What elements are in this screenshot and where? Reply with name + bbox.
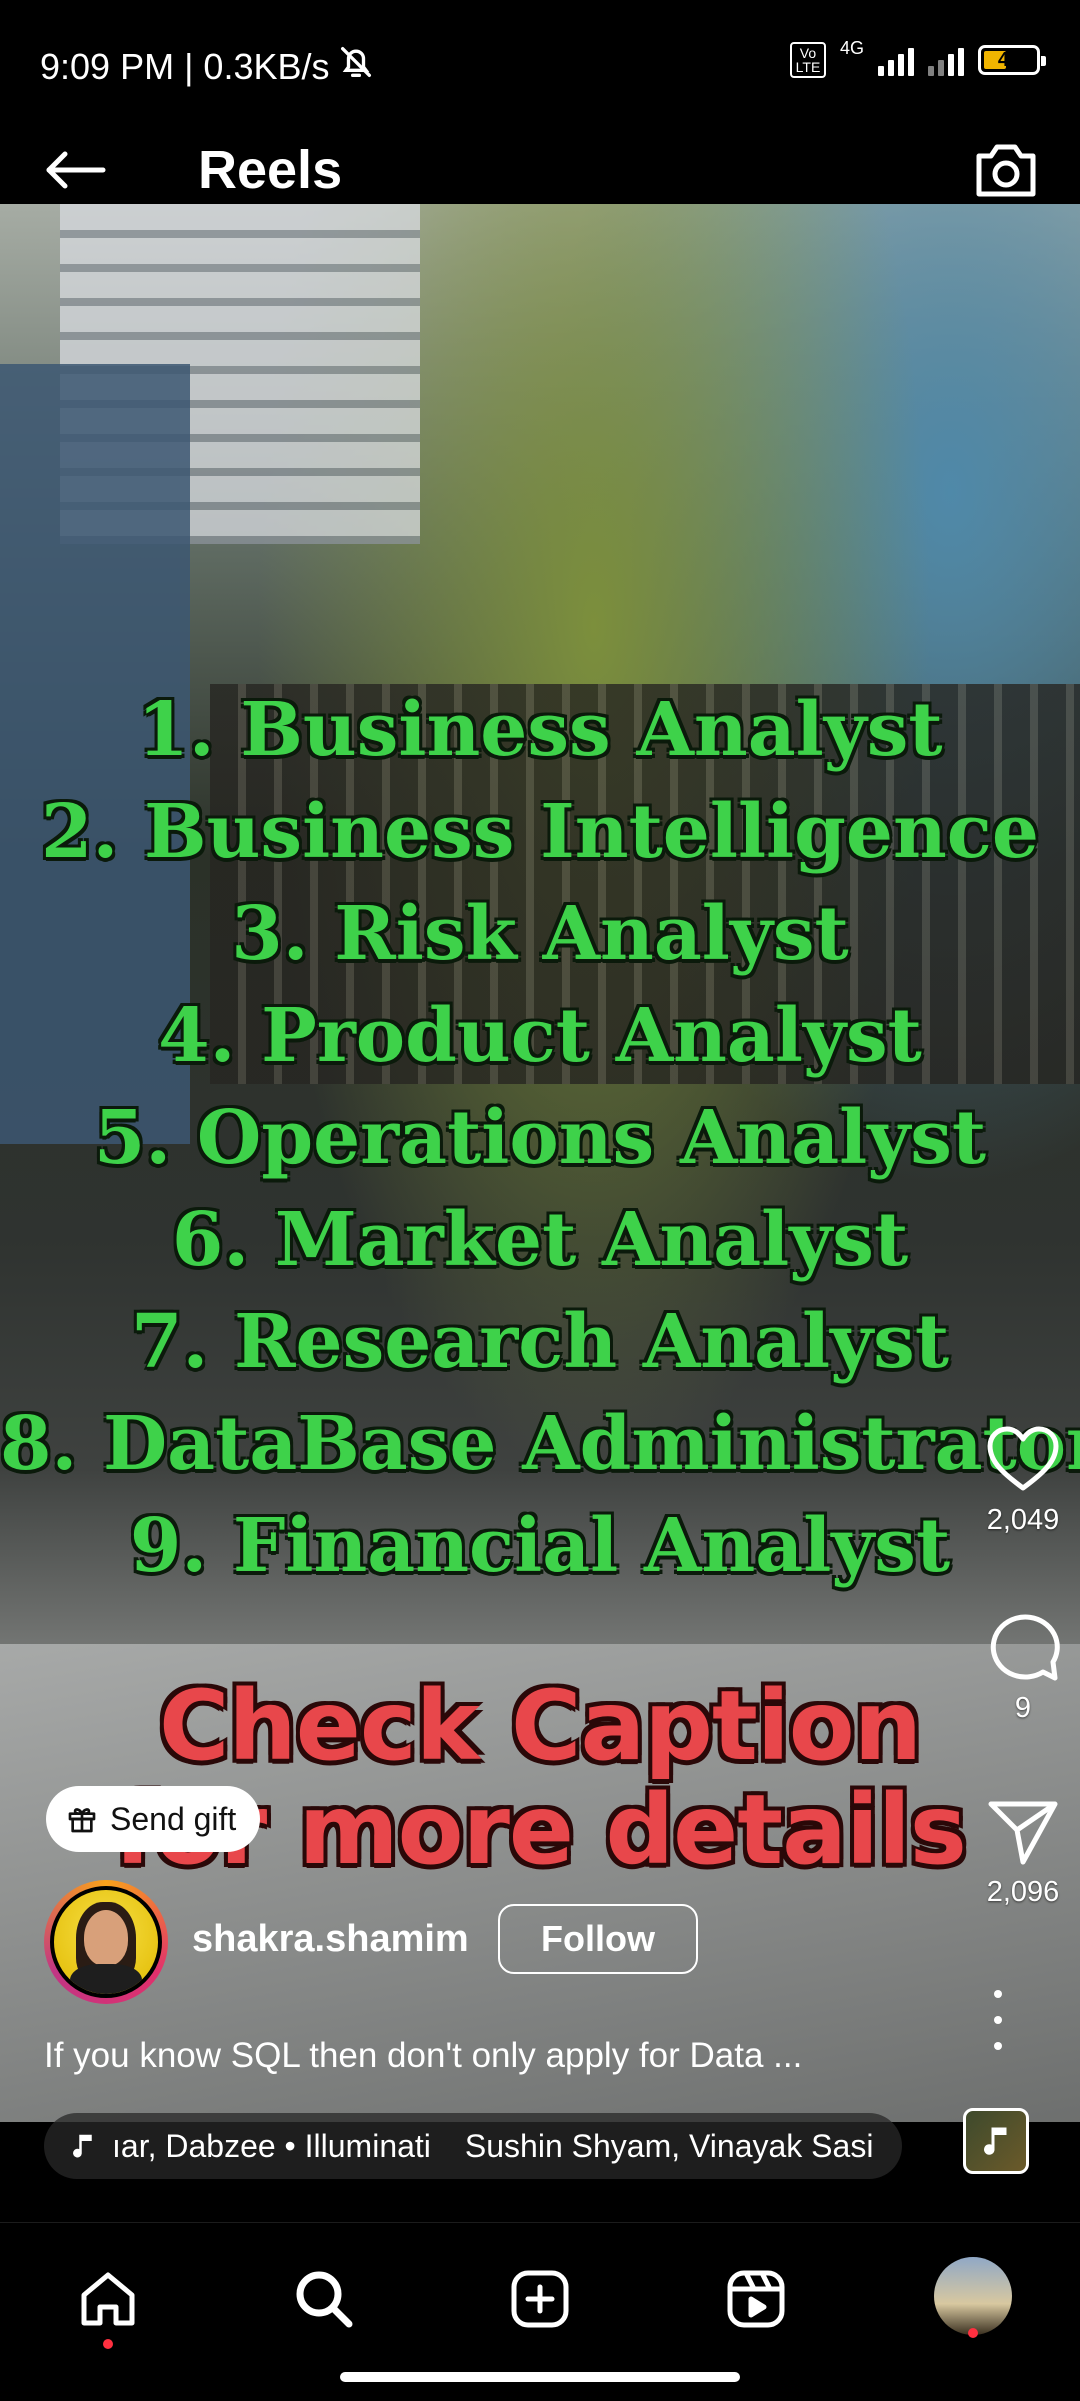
nav-reels[interactable]: [716, 2259, 796, 2339]
alarm-off-icon: [336, 42, 376, 91]
more-dot: [994, 2042, 1002, 2050]
reels-header: Reels: [0, 130, 1080, 204]
cta-line-1: Check Caption: [158, 1670, 922, 1782]
status-time: 9:09 PM | 0.3KB/s: [40, 42, 376, 91]
overlay-list-item: 5. Operations Analyst: [93, 1095, 987, 1181]
home-notification-dot: [103, 2339, 113, 2349]
follow-button[interactable]: Follow: [498, 1904, 698, 1974]
more-options-button[interactable]: [980, 1990, 1016, 2050]
avatar-face: [84, 1910, 128, 1966]
reels-icon: [727, 2270, 785, 2328]
overlay-list-item: 4. Product Analyst: [158, 993, 922, 1079]
signal-strength-icon: [878, 44, 914, 76]
audio-info[interactable]: ıar, Dabzee • Illuminati Sushin Shyam, V…: [44, 2113, 902, 2179]
camera-button[interactable]: [970, 140, 1042, 200]
comment-icon[interactable]: [963, 1610, 1080, 1682]
overlay-list-item: 7. Research Analyst: [130, 1299, 949, 1385]
search-icon: [296, 2271, 353, 2328]
page-title: Reels: [198, 140, 343, 200]
more-dot: [994, 2016, 1002, 2024]
share-action[interactable]: 2,096: [963, 1798, 1080, 1909]
status-bar: 9:09 PM | 0.3KB/s Vo LTE 4G 44: [0, 0, 1080, 130]
like-action[interactable]: 2,049: [963, 1424, 1080, 1537]
avatar-image: [50, 1886, 162, 1998]
comment-action[interactable]: 9: [963, 1610, 1080, 1725]
volte-badge: Vo LTE: [789, 42, 826, 78]
music-note-icon: [68, 2131, 98, 2161]
gift-icon: [68, 1808, 96, 1833]
audio-artists: Sushin Shyam, Vinayak Sasi: [464, 2127, 874, 2164]
overlay-list-item: 8. DataBase Administrator: [0, 1401, 1080, 1487]
create-icon: [511, 2270, 569, 2328]
battery-cap: [1041, 56, 1046, 66]
back-arrow-icon: [46, 151, 106, 189]
status-time-text: 9:09 PM | 0.3KB/s: [40, 45, 330, 87]
comment-count: 9: [1014, 1692, 1032, 1724]
heart-icon[interactable]: [963, 1424, 1080, 1494]
reel-caption[interactable]: If you know SQL then don't only apply fo…: [44, 2036, 802, 2076]
network-type: 4G: [839, 37, 864, 58]
back-button[interactable]: [40, 142, 110, 198]
send-gift-label: Send gift: [110, 1800, 237, 1837]
overlay-list-item: 2. Business Intelligence: [41, 789, 1039, 875]
profile-notification-dot: [968, 2328, 978, 2338]
status-icons: Vo LTE 4G 44: [789, 38, 1046, 78]
author-avatar[interactable]: [44, 1880, 168, 2004]
camera-icon: [976, 144, 1036, 197]
overlay-list-item: 1. Business Analyst: [137, 687, 943, 773]
send-icon[interactable]: [963, 1798, 1080, 1866]
nav-home[interactable]: [68, 2259, 148, 2349]
send-gift-button[interactable]: Send gift: [46, 1786, 261, 1852]
audio-thumbnail[interactable]: [963, 2108, 1029, 2174]
music-note-icon: [984, 2127, 1007, 2155]
nav-search[interactable]: [284, 2259, 364, 2339]
more-dot: [994, 1990, 1002, 1998]
author-username[interactable]: shakra.shamim: [192, 1918, 469, 1961]
battery-icon: 44: [978, 45, 1046, 75]
overlay-list-item: 6. Market Analyst: [171, 1197, 909, 1283]
share-count: 2,096: [986, 1876, 1060, 1908]
nav-profile-avatar[interactable]: [934, 2257, 1012, 2335]
avatar-body: [70, 1964, 142, 1994]
nav-create[interactable]: [500, 2259, 580, 2339]
home-icon: [81, 2272, 135, 2326]
like-count: 2,049: [986, 1504, 1060, 1536]
home-indicator: [340, 2372, 740, 2382]
overlay-list-item: 9. Financial Analyst: [129, 1503, 951, 1589]
overlay-list-item: 3. Risk Analyst: [231, 891, 849, 977]
battery-level: 44: [997, 49, 1021, 71]
video-overlay-list: 1. Business Analyst 2. Business Intellig…: [0, 679, 1080, 1597]
signal-strength-2-icon: [928, 44, 964, 76]
audio-track-title: ıar, Dabzee • Illuminati: [112, 2127, 431, 2164]
